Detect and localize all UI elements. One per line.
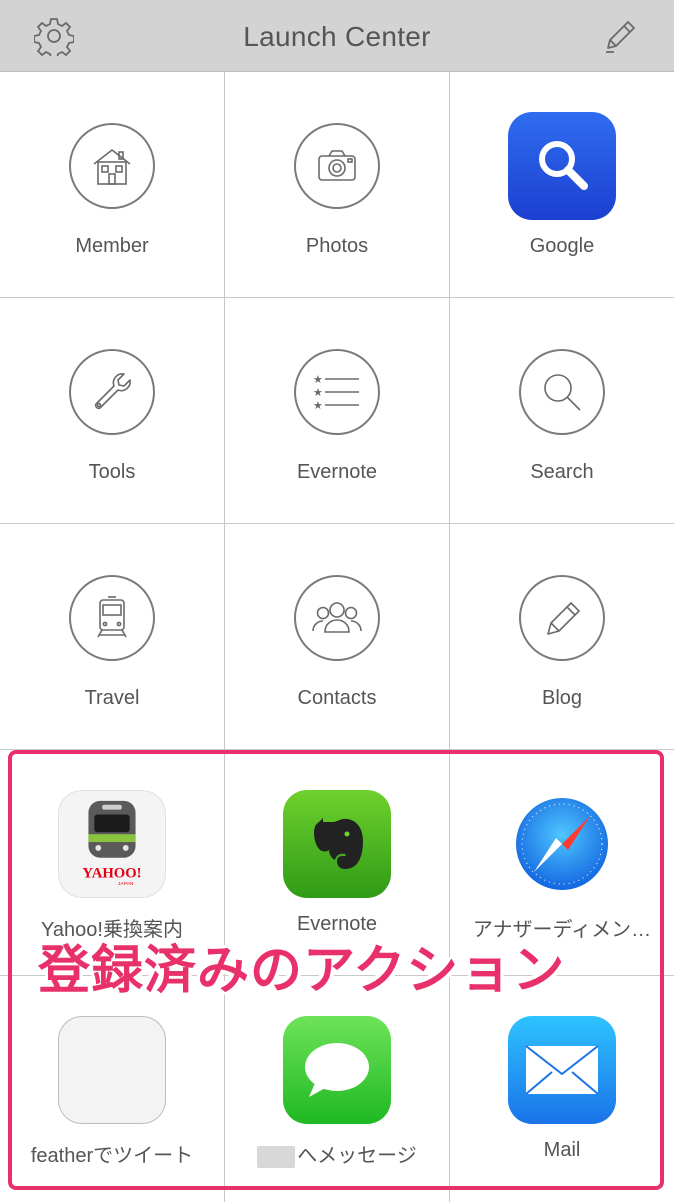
launcher-label: featherでツイート — [30, 1145, 194, 1167]
people-icon — [312, 602, 362, 633]
launcher-label: Search — [530, 461, 594, 483]
launcher-label: Blog — [541, 687, 583, 709]
svg-text:★: ★ — [313, 386, 323, 399]
safari-app-icon — [508, 790, 616, 898]
launcher-cell-messages[interactable]: へメッセージ — [225, 976, 450, 1202]
pencil-icon — [606, 21, 635, 53]
launcher-label: Travel — [84, 687, 140, 709]
redacted-name — [257, 1145, 296, 1168]
launcher-cell-member[interactable]: Member — [0, 72, 225, 298]
feather-app-icon — [58, 1016, 166, 1124]
launcher-cell-tools[interactable]: Tools — [0, 298, 225, 524]
launcher-cell-feather[interactable]: featherでツイート — [0, 976, 225, 1202]
yahoo-transit-app-icon: YAHOO! JAPAN — [58, 790, 166, 898]
launcher-cell-travel[interactable]: Travel — [0, 524, 225, 750]
yahoo-logo-text: YAHOO! — [82, 865, 141, 881]
launcher-label: Tools — [88, 461, 136, 483]
messages-app-icon — [283, 1016, 391, 1124]
launcher-label: Google — [529, 235, 595, 257]
evernote-app-icon — [283, 790, 391, 898]
list-icon: ★ ★ ★ — [313, 373, 359, 412]
mail-app-icon — [508, 1016, 616, 1124]
launcher-cell-blog[interactable]: Blog — [450, 524, 674, 750]
launcher-label: Evernote — [296, 461, 378, 483]
launcher-cell-google[interactable]: Google — [450, 72, 674, 298]
wrench-icon — [94, 373, 131, 410]
launcher-cell-mail[interactable]: Mail — [450, 976, 674, 1202]
pencil-icon — [547, 602, 580, 635]
launcher-grid: Member Photos Google Tools ★ ★ ★ Evernot… — [0, 72, 674, 1202]
launcher-cell-contacts[interactable]: Contacts — [225, 524, 450, 750]
navbar: Launch Center — [0, 0, 674, 72]
registered-actions-annotation: 登録済みのアクション — [38, 942, 566, 1000]
launcher-label: Member — [75, 235, 149, 257]
google-search-app-icon — [508, 112, 616, 220]
launcher-label: Mail — [543, 1139, 581, 1161]
launcher-cell-evernote-list[interactable]: ★ ★ ★ Evernote — [225, 298, 450, 524]
page-title: Launch Center — [243, 21, 431, 52]
launcher-cell-search[interactable]: Search — [450, 298, 674, 524]
launcher-label: へメッセージ — [231, 1139, 443, 1168]
launcher-cell-photos[interactable]: Photos — [225, 72, 450, 298]
train-icon — [97, 596, 127, 638]
launcher-label: Contacts — [297, 687, 377, 709]
svg-text:★: ★ — [313, 373, 323, 386]
svg-text:★: ★ — [313, 399, 323, 412]
yahoo-logo-sub: JAPAN — [118, 881, 134, 887]
launcher-label: Photos — [305, 235, 369, 257]
house-icon — [93, 148, 131, 185]
edit-button[interactable] — [598, 14, 642, 58]
camera-icon — [318, 150, 356, 181]
magnifier-icon — [544, 374, 581, 411]
